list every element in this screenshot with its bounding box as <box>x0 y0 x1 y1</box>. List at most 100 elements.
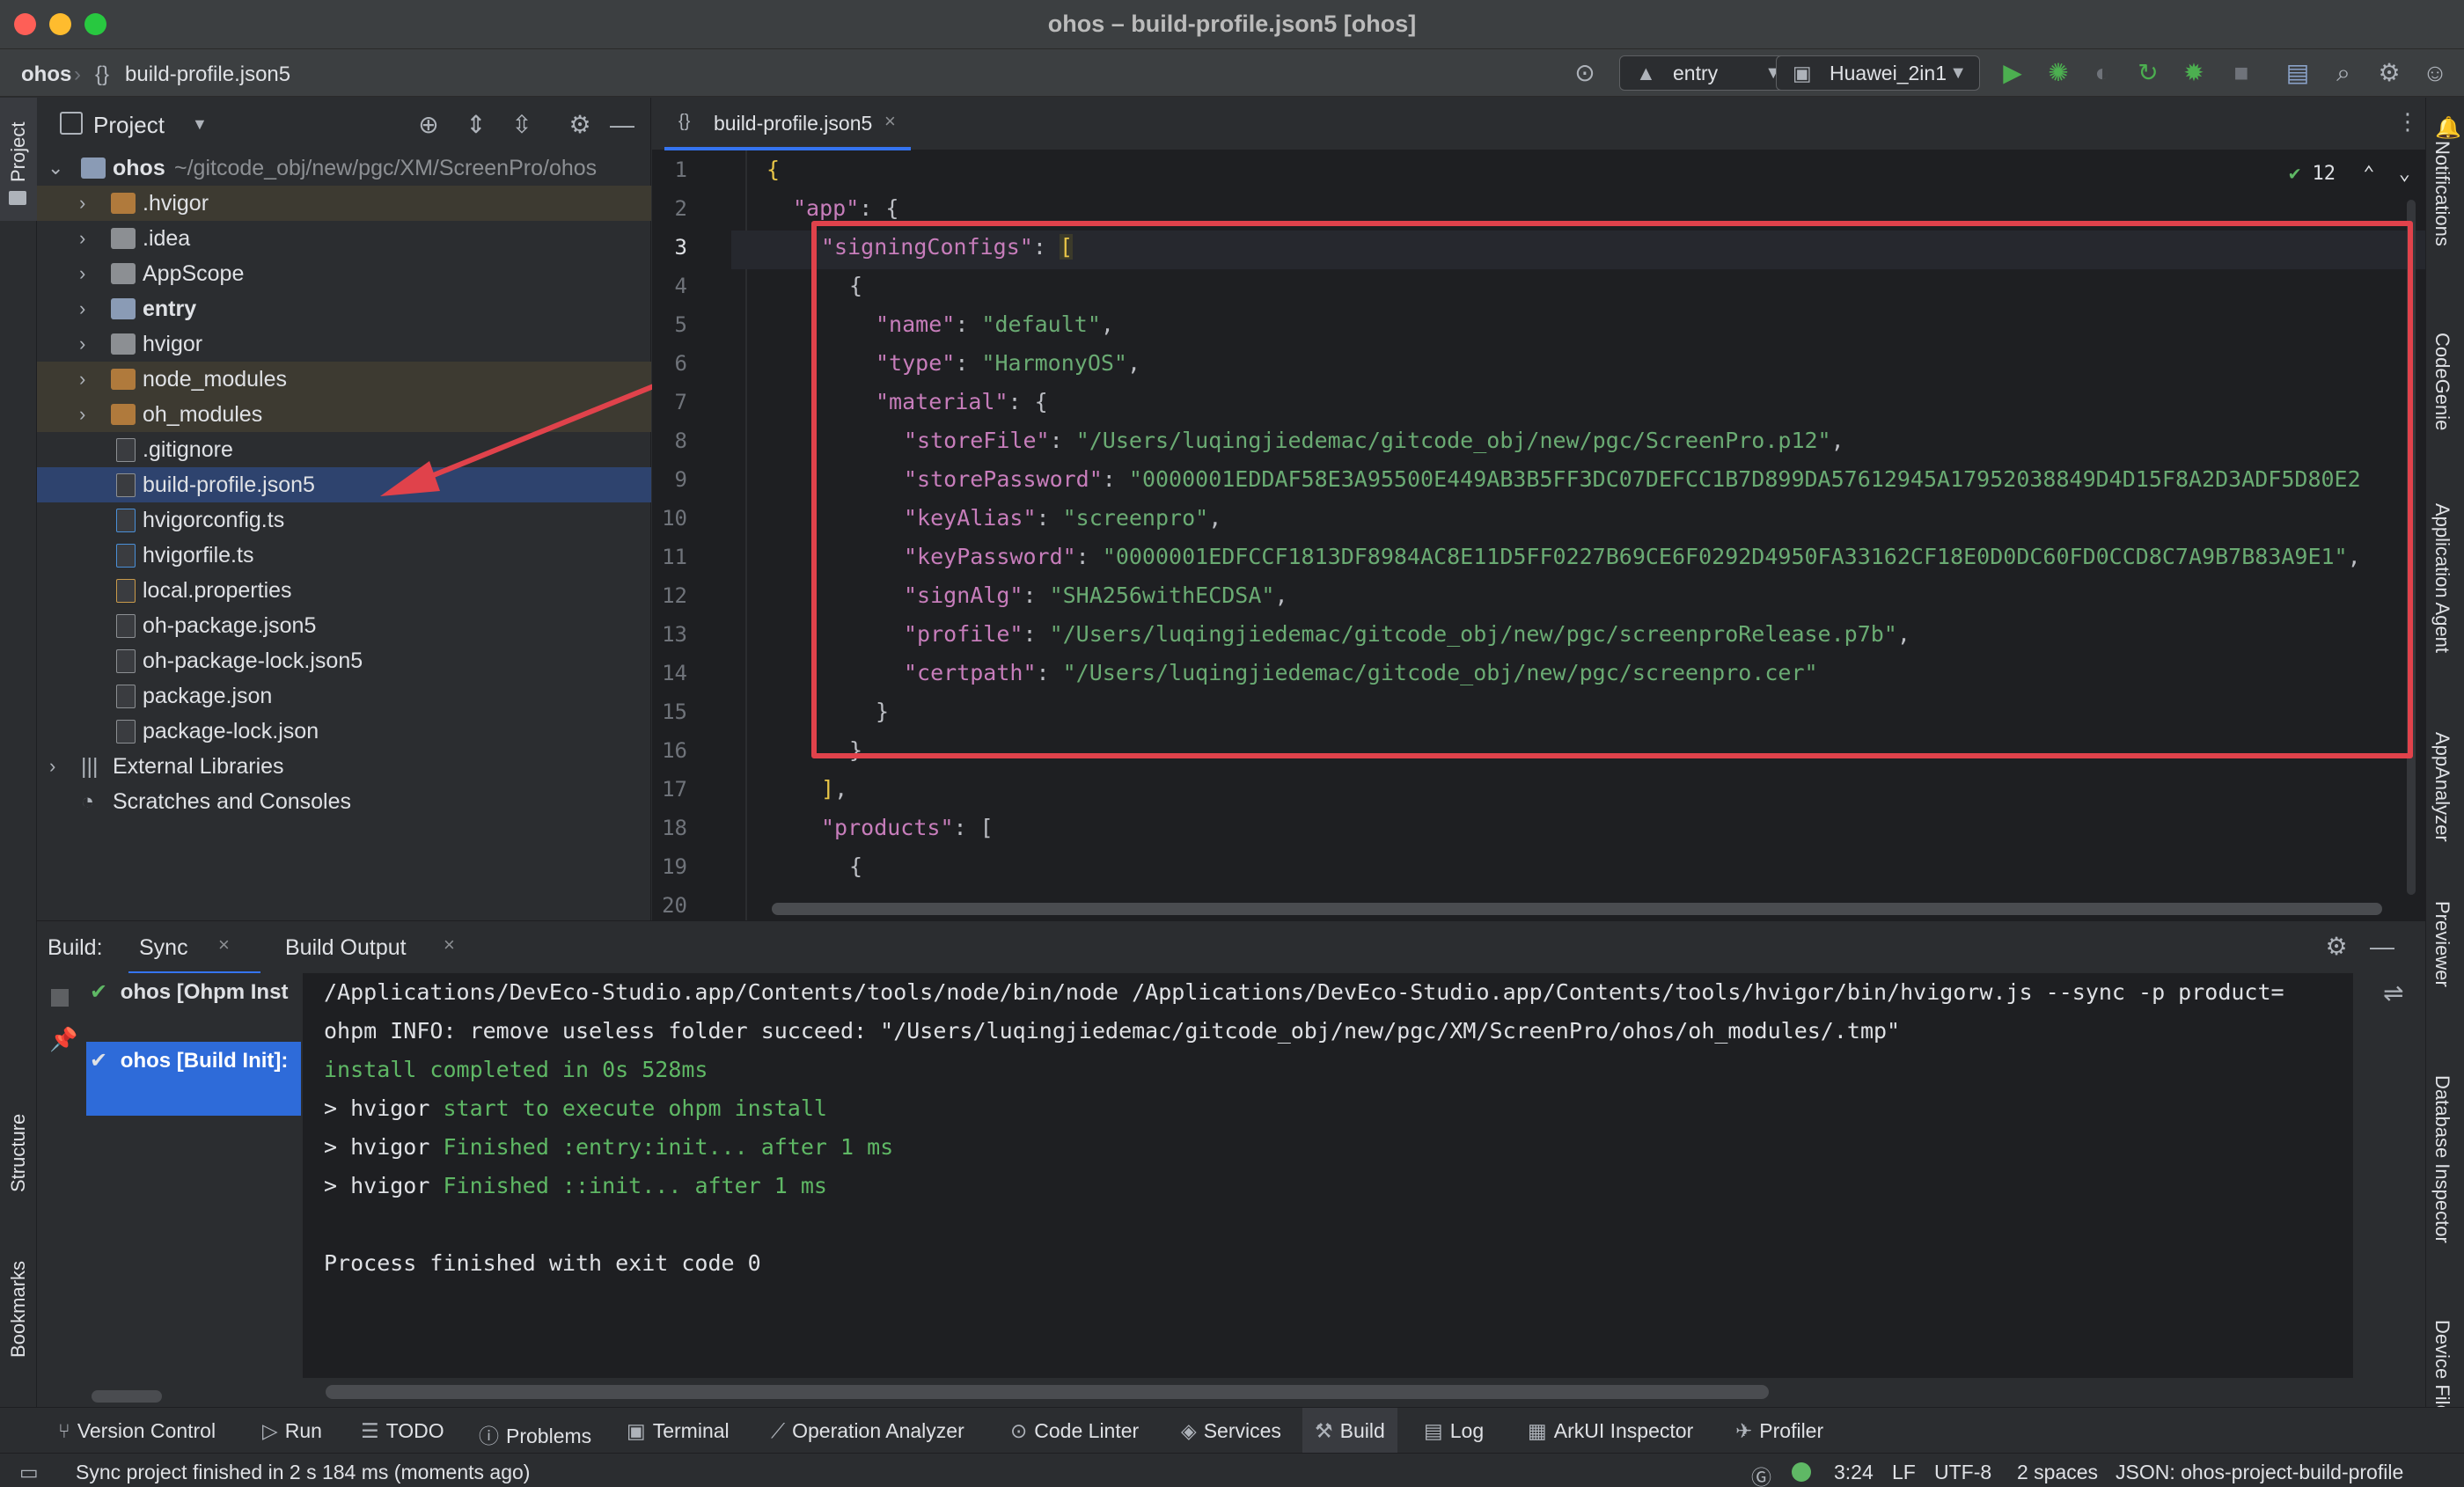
chevron-right-icon[interactable]: › <box>49 749 55 784</box>
chevron-right-icon[interactable]: › <box>79 326 85 362</box>
breadcrumb-file[interactable]: build-profile.json5 <box>125 62 290 87</box>
status-message[interactable]: Sync project finished in 2 s 184 ms (mom… <box>76 1461 530 1484</box>
breadcrumb-project[interactable]: ohos <box>21 62 71 87</box>
tab-terminal[interactable]: ▣ Terminal <box>627 1419 730 1443</box>
tree-item-hvigor-hidden[interactable]: › .hvigor <box>37 186 651 221</box>
collapse-all-icon[interactable]: ⇳ <box>507 110 537 140</box>
minimize-pane-icon[interactable]: — <box>2367 932 2397 962</box>
notifications-tool-button[interactable]: Notifications <box>2431 141 2453 246</box>
apply-changes-icon[interactable]: ↻ <box>2133 58 2163 88</box>
code-editor[interactable]: 1 2 3 4 5 6 7 8 9 10 11 12 13 14 15 16 1… <box>652 150 2425 920</box>
tree-item-idea[interactable]: › .idea <box>37 221 651 256</box>
database-inspector-tool-button[interactable]: Database Inspector <box>2431 1075 2453 1243</box>
build-tree-item-selected[interactable]: ✔ ohos [Build Init]: <box>86 1042 301 1116</box>
locate-icon[interactable]: ⊕ <box>414 110 444 140</box>
close-icon[interactable]: × <box>218 934 230 956</box>
console-horizontal-scrollbar[interactable] <box>326 1385 1769 1399</box>
line-separator[interactable]: LF <box>1892 1461 1916 1484</box>
file-encoding[interactable]: UTF-8 <box>1934 1461 1991 1484</box>
editor-horizontal-scrollbar[interactable] <box>772 903 2382 915</box>
tree-item-package-json[interactable]: package.json <box>37 678 651 714</box>
stop-icon[interactable]: ■ <box>2226 58 2256 88</box>
account-icon[interactable]: ☺ <box>2420 58 2450 88</box>
tab-log[interactable]: ▤ Log <box>1424 1419 1484 1443</box>
gear-icon[interactable]: ⚙ <box>2374 58 2404 88</box>
tab-todo[interactable]: ☰ TODO <box>361 1419 444 1443</box>
pin-icon[interactable]: 📌 <box>49 1026 77 1053</box>
tab-arkui-inspector[interactable]: ▦ ArkUI Inspector <box>1528 1419 1693 1443</box>
minimize-pane-icon[interactable]: — <box>607 110 637 140</box>
notification-bell-icon[interactable]: 🔔 <box>2435 115 2461 141</box>
vcs-icon[interactable]: Ⓖ <box>1751 1461 1771 1487</box>
chevron-right-icon[interactable]: › <box>79 186 85 221</box>
bookmarks-tool-button[interactable]: Bookmarks <box>7 1261 30 1358</box>
tree-item-external-libraries[interactable]: › ||| External Libraries <box>37 749 651 784</box>
indent-setting[interactable]: 2 spaces <box>2017 1461 2098 1484</box>
project-structure-icon[interactable]: ▤ <box>2283 58 2313 88</box>
tab-run[interactable]: ▷ Run <box>262 1419 322 1443</box>
project-tool-button[interactable]: Project <box>7 122 30 182</box>
tab-services[interactable]: ◈ Services <box>1181 1419 1281 1443</box>
tree-item-hvigor[interactable]: › hvigor <box>37 326 651 362</box>
structure-tool-button[interactable]: Structure <box>7 1114 30 1192</box>
tab-operation-analyzer[interactable]: ⟋ Operation Analyzer <box>771 1419 964 1443</box>
profile-icon[interactable]: ✹ <box>2179 58 2209 88</box>
stop-icon[interactable] <box>51 989 69 1007</box>
chevron-right-icon[interactable]: › <box>79 291 85 326</box>
target-icon[interactable]: ⊙ <box>1570 58 1600 88</box>
inspection-widget[interactable]: ✔ 12 ⌃ ⌄ <box>2289 163 2410 185</box>
tree-item-hvigorfile[interactable]: hvigorfile.ts <box>37 538 651 573</box>
tree-horizontal-scrollbar[interactable] <box>92 1390 162 1403</box>
device-select[interactable]: ▣ Huawei_2in1 ▼ <box>1776 55 1980 91</box>
more-options-icon[interactable]: ⋮ <box>2396 108 2419 136</box>
tree-item-package-lock[interactable]: package-lock.json <box>37 714 651 749</box>
chevron-up-icon[interactable]: ⌃ <box>2363 163 2374 185</box>
status-indicator-icon[interactable] <box>1792 1462 1811 1482</box>
tree-item-oh-package[interactable]: oh-package.json5 <box>37 608 651 643</box>
tree-root-row[interactable]: ⌄ ohos ~/gitcode_obj/new/pgc/XM/ScreenPr… <box>37 150 651 186</box>
previewer-tool-button[interactable]: Previewer <box>2431 901 2453 987</box>
gear-icon[interactable]: ⚙ <box>2321 932 2351 962</box>
tree-item-oh-package-lock[interactable]: oh-package-lock.json5 <box>37 643 651 678</box>
editor-vertical-scrollbar[interactable] <box>2407 200 2416 895</box>
tree-item-appscope[interactable]: › AppScope <box>37 256 651 291</box>
build-console[interactable]: /Applications/DevEco-Studio.app/Contents… <box>303 973 2353 1399</box>
chevron-right-icon[interactable]: › <box>79 221 85 256</box>
tree-item-local-properties[interactable]: local.properties <box>37 573 651 608</box>
chevron-right-icon[interactable]: › <box>79 256 85 291</box>
tab-build[interactable]: ⚒ Build <box>1302 1408 1397 1454</box>
application-agent-tool-button[interactable]: Application Agent <box>2431 503 2453 653</box>
close-icon[interactable]: × <box>884 110 896 133</box>
tab-sync[interactable]: Sync × <box>128 921 260 974</box>
search-icon[interactable]: ⌕ <box>2328 58 2358 88</box>
chevron-down-icon[interactable]: ⌄ <box>48 150 63 186</box>
project-title[interactable]: Project <box>93 112 165 139</box>
chevron-right-icon[interactable]: › <box>79 397 85 432</box>
debug-icon[interactable]: ✺ <box>2043 58 2073 88</box>
chevron-right-icon[interactable]: › <box>79 362 85 397</box>
codegenie-tool-button[interactable]: CodeGenie <box>2431 333 2453 430</box>
tab-build-profile[interactable]: {} build-profile.json5 × <box>664 98 911 150</box>
device-file-tool-button[interactable]: Device File <box>2431 1320 2453 1416</box>
close-icon[interactable]: × <box>444 934 455 956</box>
cursor-position[interactable]: 3:24 <box>1834 1461 1874 1484</box>
chevron-down-icon[interactable]: ⌄ <box>2399 163 2410 185</box>
tab-version-control[interactable]: ⑂ Version Control <box>58 1419 216 1443</box>
tab-problems[interactable]: ⓘ Problems <box>479 1419 591 1449</box>
soft-wrap-icon[interactable]: ⇌ <box>2383 978 2403 1007</box>
tab-profiler[interactable]: ✈ Profiler <box>1735 1419 1823 1443</box>
module-select[interactable]: ▲ entry ▼ <box>1619 55 1795 91</box>
json-schema[interactable]: JSON: ohos-project-build-profile <box>2116 1461 2403 1484</box>
run-icon[interactable]: ▶ <box>1998 58 2028 88</box>
expand-all-icon[interactable]: ⇕ <box>461 110 491 140</box>
attach-debugger-icon[interactable]: ◐ <box>2087 58 2117 88</box>
tab-code-linter[interactable]: ⊙ Code Linter <box>1010 1419 1139 1443</box>
tab-build-output[interactable]: Build Output × <box>278 921 480 974</box>
chevron-down-icon[interactable]: ▼ <box>192 115 208 134</box>
tree-item-entry[interactable]: › entry <box>37 291 651 326</box>
tree-item-scratches[interactable]: ◔ Scratches and Consoles <box>37 784 651 819</box>
build-tree-item[interactable]: ✔ ohos [Ohpm Inst <box>86 973 301 1012</box>
appanalyzer-tool-button[interactable]: AppAnalyzer <box>2431 732 2453 842</box>
toggle-panels-icon[interactable]: ▭ <box>19 1461 39 1484</box>
gear-icon[interactable]: ⚙ <box>565 110 595 140</box>
